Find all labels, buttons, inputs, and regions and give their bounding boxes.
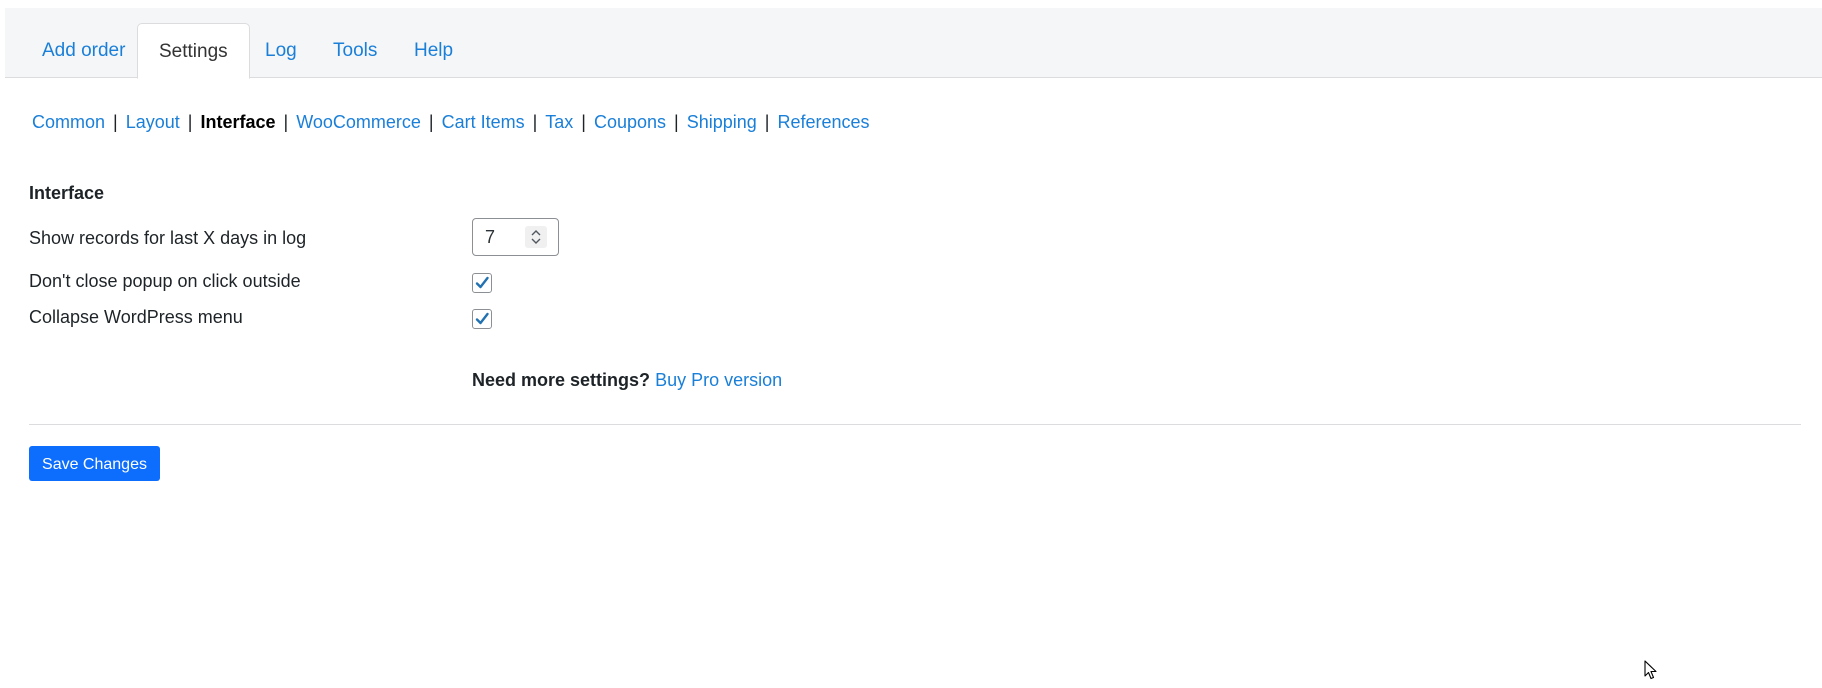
subnav-tax[interactable]: Tax [545,112,573,132]
section-title: Interface [29,183,105,203]
divider [29,424,1801,425]
log-days-label: Show records for last X days in log [29,228,307,248]
collapse-wp-menu-checkbox[interactable] [472,309,492,329]
main-tab-bar: Add order Settings Log Tools Help [5,8,1822,79]
subnav-separator: | [113,112,118,132]
subnav-separator: | [764,112,770,132]
checkmark-icon [475,276,489,289]
subnav-separator: | [187,112,193,132]
subnav-coupons[interactable]: Coupons [594,112,666,132]
subnav-separator: | [581,112,586,132]
subnav-cart-items[interactable]: Cart Items [442,112,525,132]
subnav-woocommerce[interactable]: WooCommerce [296,112,421,132]
buy-pro-link[interactable]: Buy Pro version [655,370,782,390]
promo-text: Need more settings? [472,370,651,390]
dont-close-popup-checkbox[interactable] [472,273,492,293]
subnav-separator: | [428,112,434,132]
subnav-common[interactable]: Common [32,112,105,132]
save-changes-button[interactable]: Save Changes [29,446,160,481]
subnav-layout[interactable]: Layout [126,112,180,132]
tab-tools[interactable]: Tools [312,23,398,79]
log-days-value: 7 [485,227,496,247]
subnav-separator: | [283,112,289,132]
settings-subnav: Common | Layout | Interface | WooCommerce | Cart… [32,108,870,136]
tab-help[interactable]: Help [393,23,474,79]
top-strip [0,0,1822,8]
subnav-references[interactable]: References [777,112,869,132]
subnav-separator: | [532,112,538,132]
tab-settings[interactable]: Settings [137,23,250,79]
subnav-shipping[interactable]: Shipping [687,112,757,132]
up-down-chevrons-icon[interactable] [525,226,547,248]
checkmark-icon [475,312,489,325]
collapse-wp-menu-label: Collapse WordPress menu [29,307,243,327]
log-days-input[interactable]: 7 [472,218,559,256]
tab-log[interactable]: Log [244,23,318,79]
dont-close-popup-label: Don't close popup on click outside [29,271,301,291]
mouse-pointer-icon [1644,660,1658,685]
subnav-interface-current: Interface [200,112,276,132]
pro-promo: Need more settings? Buy Pro version [472,370,782,391]
tab-add-order[interactable]: Add order [21,23,146,79]
subnav-separator: | [674,112,679,132]
